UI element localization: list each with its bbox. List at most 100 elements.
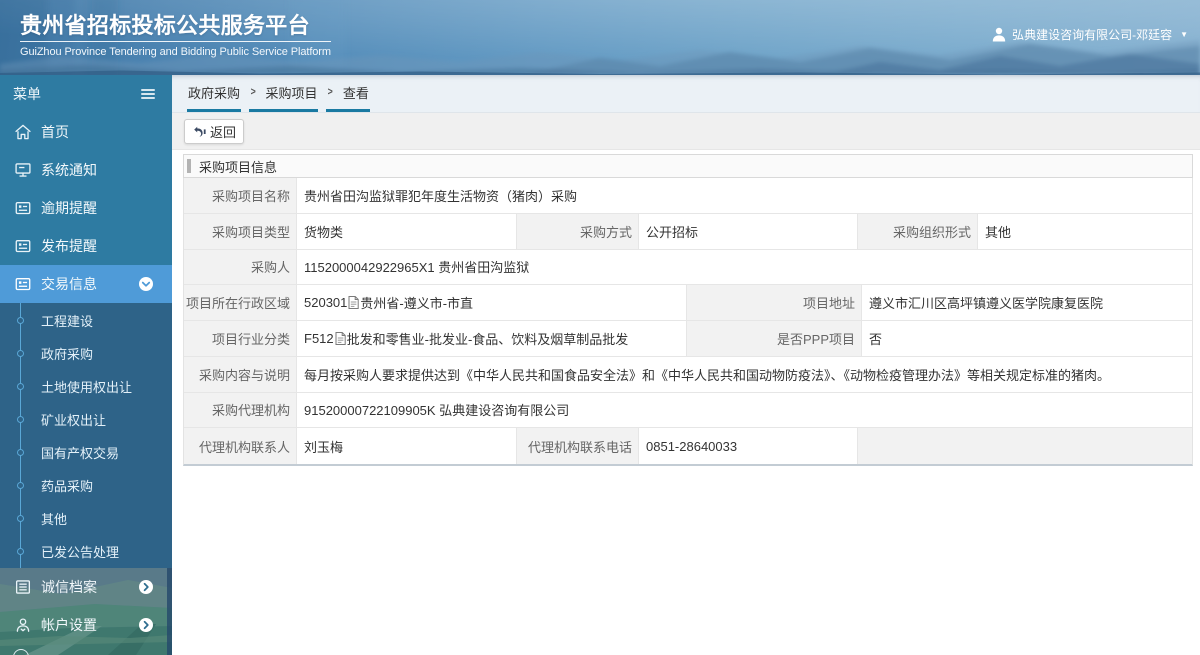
breadcrumb-separator: >: [250, 86, 256, 98]
field-value-contact: 刘玉梅: [297, 428, 517, 464]
page-header: 贵州省招标投标公共服务平台 GuiZhou Province Tendering…: [0, 0, 1200, 75]
section-header: 采购项目信息: [183, 154, 1193, 178]
sidebar-item-label: 系统通知: [41, 162, 97, 178]
submenu-item-engineering[interactable]: 工程建设: [0, 304, 172, 337]
submenu-item-published-notices[interactable]: 已发公告处理: [0, 535, 172, 568]
sidebar-item-label: 帐户设置: [41, 617, 97, 633]
breadcrumb-item-gov-procurement[interactable]: 政府采购: [187, 75, 242, 112]
field-label: 是否PPP项目: [687, 321, 862, 357]
submenu-label: 已发公告处理: [41, 545, 120, 560]
submenu-label: 其他: [41, 512, 68, 527]
caret-down-icon: ▼: [1180, 29, 1188, 39]
table-row-contact: 代理机构联系人 刘玉梅 代理机构联系电话 0851-28640033: [183, 428, 1193, 466]
sidebar-nav: 首页 系统通知 逾期提醒 发布提醒 交易信息 工程建设 政府采购 土地使用权出让…: [0, 113, 172, 644]
table-row-agency: 采购代理机构 91520000722109905K 弘典建设咨询有限公司: [183, 392, 1193, 429]
sidebar-item-integrity-archive[interactable]: 诚信档案: [0, 568, 172, 606]
undo-arrow-icon: [194, 126, 206, 137]
empty-cell: [858, 428, 1192, 464]
region-text: 贵州省-遵义市-市直: [360, 296, 474, 312]
submenu-item-drug-procurement[interactable]: 药品采购: [0, 469, 172, 502]
submenu-item-state-property[interactable]: 国有产权交易: [0, 436, 172, 469]
notice-card-icon: [14, 199, 32, 217]
field-value-address: 遵义市汇川区高坪镇遵义医学院康复医院: [862, 285, 1192, 321]
user-menu[interactable]: 弘典建设咨询有限公司-邓廷容 ▼: [992, 24, 1188, 44]
sidebar-item-home[interactable]: 首页: [0, 113, 172, 151]
field-value-industry: F512 批发和零售业-批发业-食品、饮料及烟草制品批发: [297, 321, 687, 357]
back-button[interactable]: 返回: [184, 118, 245, 144]
content: 采购项目信息 采购项目名称 贵州省田沟监狱罪犯年度生活物资（猪肉）采购 采购项目…: [172, 150, 1200, 466]
sidebar-item-label: 逾期提醒: [41, 200, 97, 216]
chevron-right-circle-icon: [139, 618, 153, 632]
back-button-label: 返回: [210, 124, 237, 140]
field-label: 项目地址: [687, 285, 862, 321]
breadcrumb: 政府采购 > 采购项目 > 查看: [172, 75, 1200, 113]
table-row-project-name: 采购项目名称 贵州省田沟监狱罪犯年度生活物资（猪肉）采购: [183, 178, 1193, 214]
field-label: 采购方式: [517, 213, 639, 250]
field-label: 代理机构联系电话: [517, 428, 639, 464]
document-icon: [348, 296, 360, 310]
hamburger-menu-icon[interactable]: [141, 89, 155, 99]
home-icon: [14, 123, 32, 141]
user-icon: [992, 27, 1006, 41]
toolbar: 返回: [172, 113, 1200, 150]
sidebar-item-account-settings[interactable]: 帐户设置: [0, 606, 172, 644]
chevron-down-circle-icon: [139, 277, 153, 291]
sidebar-item-transaction-info[interactable]: 交易信息: [0, 265, 172, 303]
table-row-content: 采购内容与说明 每月按采购人要求提供达到《中华人民共和国食品安全法》和《中华人民…: [183, 356, 1193, 393]
hamburger-bar: [141, 93, 155, 95]
submenu-item-gov-procurement[interactable]: 政府采购: [0, 337, 172, 370]
notice-card-icon: [14, 237, 32, 255]
account-icon: [14, 616, 32, 634]
field-value-agency: 91520000722109905K 弘典建设咨询有限公司: [297, 392, 1192, 429]
sidebar-item-label: 诚信档案: [41, 579, 97, 595]
main-area: 政府采购 > 采购项目 > 查看 返回 采购项目信息 采购项目名称 贵州省田沟监…: [172, 75, 1200, 655]
breadcrumb-separator: >: [328, 86, 334, 98]
sidebar-item-overdue-reminder[interactable]: 逾期提醒: [0, 189, 172, 227]
field-value-purchaser: 1152000042922965X1 贵州省田沟监狱: [297, 249, 1192, 286]
submenu-item-land-use[interactable]: 土地使用权出让: [0, 370, 172, 403]
industry-text: 批发和零售业-批发业-食品、饮料及烟草制品批发: [346, 331, 629, 347]
brand: 贵州省招标投标公共服务平台 GuiZhou Province Tendering…: [20, 12, 331, 59]
monitor-icon: [14, 161, 32, 179]
submenu-item-mining-rights[interactable]: 矿业权出让: [0, 403, 172, 436]
breadcrumb-label: 查看: [342, 85, 369, 101]
field-value-project-name: 贵州省田沟监狱罪犯年度生活物资（猪肉）采购: [297, 178, 1192, 214]
brand-underline: [20, 41, 331, 42]
field-value-ppp: 否: [862, 321, 1192, 357]
sidebar-item-label: 发布提醒: [41, 238, 97, 254]
submenu-label: 国有产权交易: [41, 446, 120, 461]
project-info-table: 采购项目信息 采购项目名称 贵州省田沟监狱罪犯年度生活物资（猪肉）采购 采购项目…: [183, 154, 1193, 466]
sidebar-item-system-notice[interactable]: 系统通知: [0, 151, 172, 189]
sidebar: 菜单 首页 系统通知 逾期提醒 发布提醒 交易信息 工程建设 政府采购 土地使用…: [0, 75, 172, 655]
region-code: 520301: [304, 295, 348, 311]
breadcrumb-label: 政府采购: [188, 85, 241, 101]
field-value-org-form: 其他: [978, 213, 1192, 250]
section-marker-bar: [187, 159, 191, 173]
chevron-right-circle-icon: [139, 580, 153, 594]
sidebar-submenu: 工程建设 政府采购 土地使用权出让 矿业权出让 国有产权交易 药品采购 其他 已…: [0, 303, 172, 568]
field-label: 项目行业分类: [184, 321, 297, 357]
section-title: 采购项目信息: [199, 159, 278, 175]
field-label: 项目所在行政区域: [184, 285, 297, 321]
sidebar-item-label: 首页: [41, 124, 69, 140]
breadcrumb-item-procurement-project[interactable]: > 采购项目: [249, 75, 319, 112]
breadcrumb-item-view[interactable]: > 查看: [326, 75, 370, 112]
field-value-project-type: 货物类: [297, 213, 517, 250]
field-label: 采购项目名称: [184, 178, 297, 214]
field-value-phone: 0851-28640033: [639, 428, 858, 464]
submenu-label: 土地使用权出让: [41, 380, 133, 395]
field-label: 采购人: [184, 249, 297, 286]
field-label: 采购组织形式: [858, 213, 978, 250]
menu-label: 菜单: [13, 86, 41, 102]
sidebar-item-publish-reminder[interactable]: 发布提醒: [0, 227, 172, 265]
submenu-item-other[interactable]: 其他: [0, 502, 172, 535]
field-label: 代理机构联系人: [184, 428, 297, 464]
industry-code: F512: [304, 330, 334, 346]
submenu-label: 政府采购: [41, 347, 94, 362]
breadcrumb-label: 采购项目: [265, 85, 318, 101]
table-row-project-type: 采购项目类型 货物类 采购方式 公开招标 采购组织形式 其他: [183, 213, 1193, 250]
field-label: 采购项目类型: [184, 213, 297, 250]
field-label: 采购内容与说明: [184, 356, 297, 393]
app-window: 贵州省招标投标公共服务平台 GuiZhou Province Tendering…: [0, 0, 1200, 655]
table-row-region: 项目所在行政区域 520301 贵州省-遵义市-市直 项目地址 遵义市汇川区高坪…: [183, 285, 1193, 321]
